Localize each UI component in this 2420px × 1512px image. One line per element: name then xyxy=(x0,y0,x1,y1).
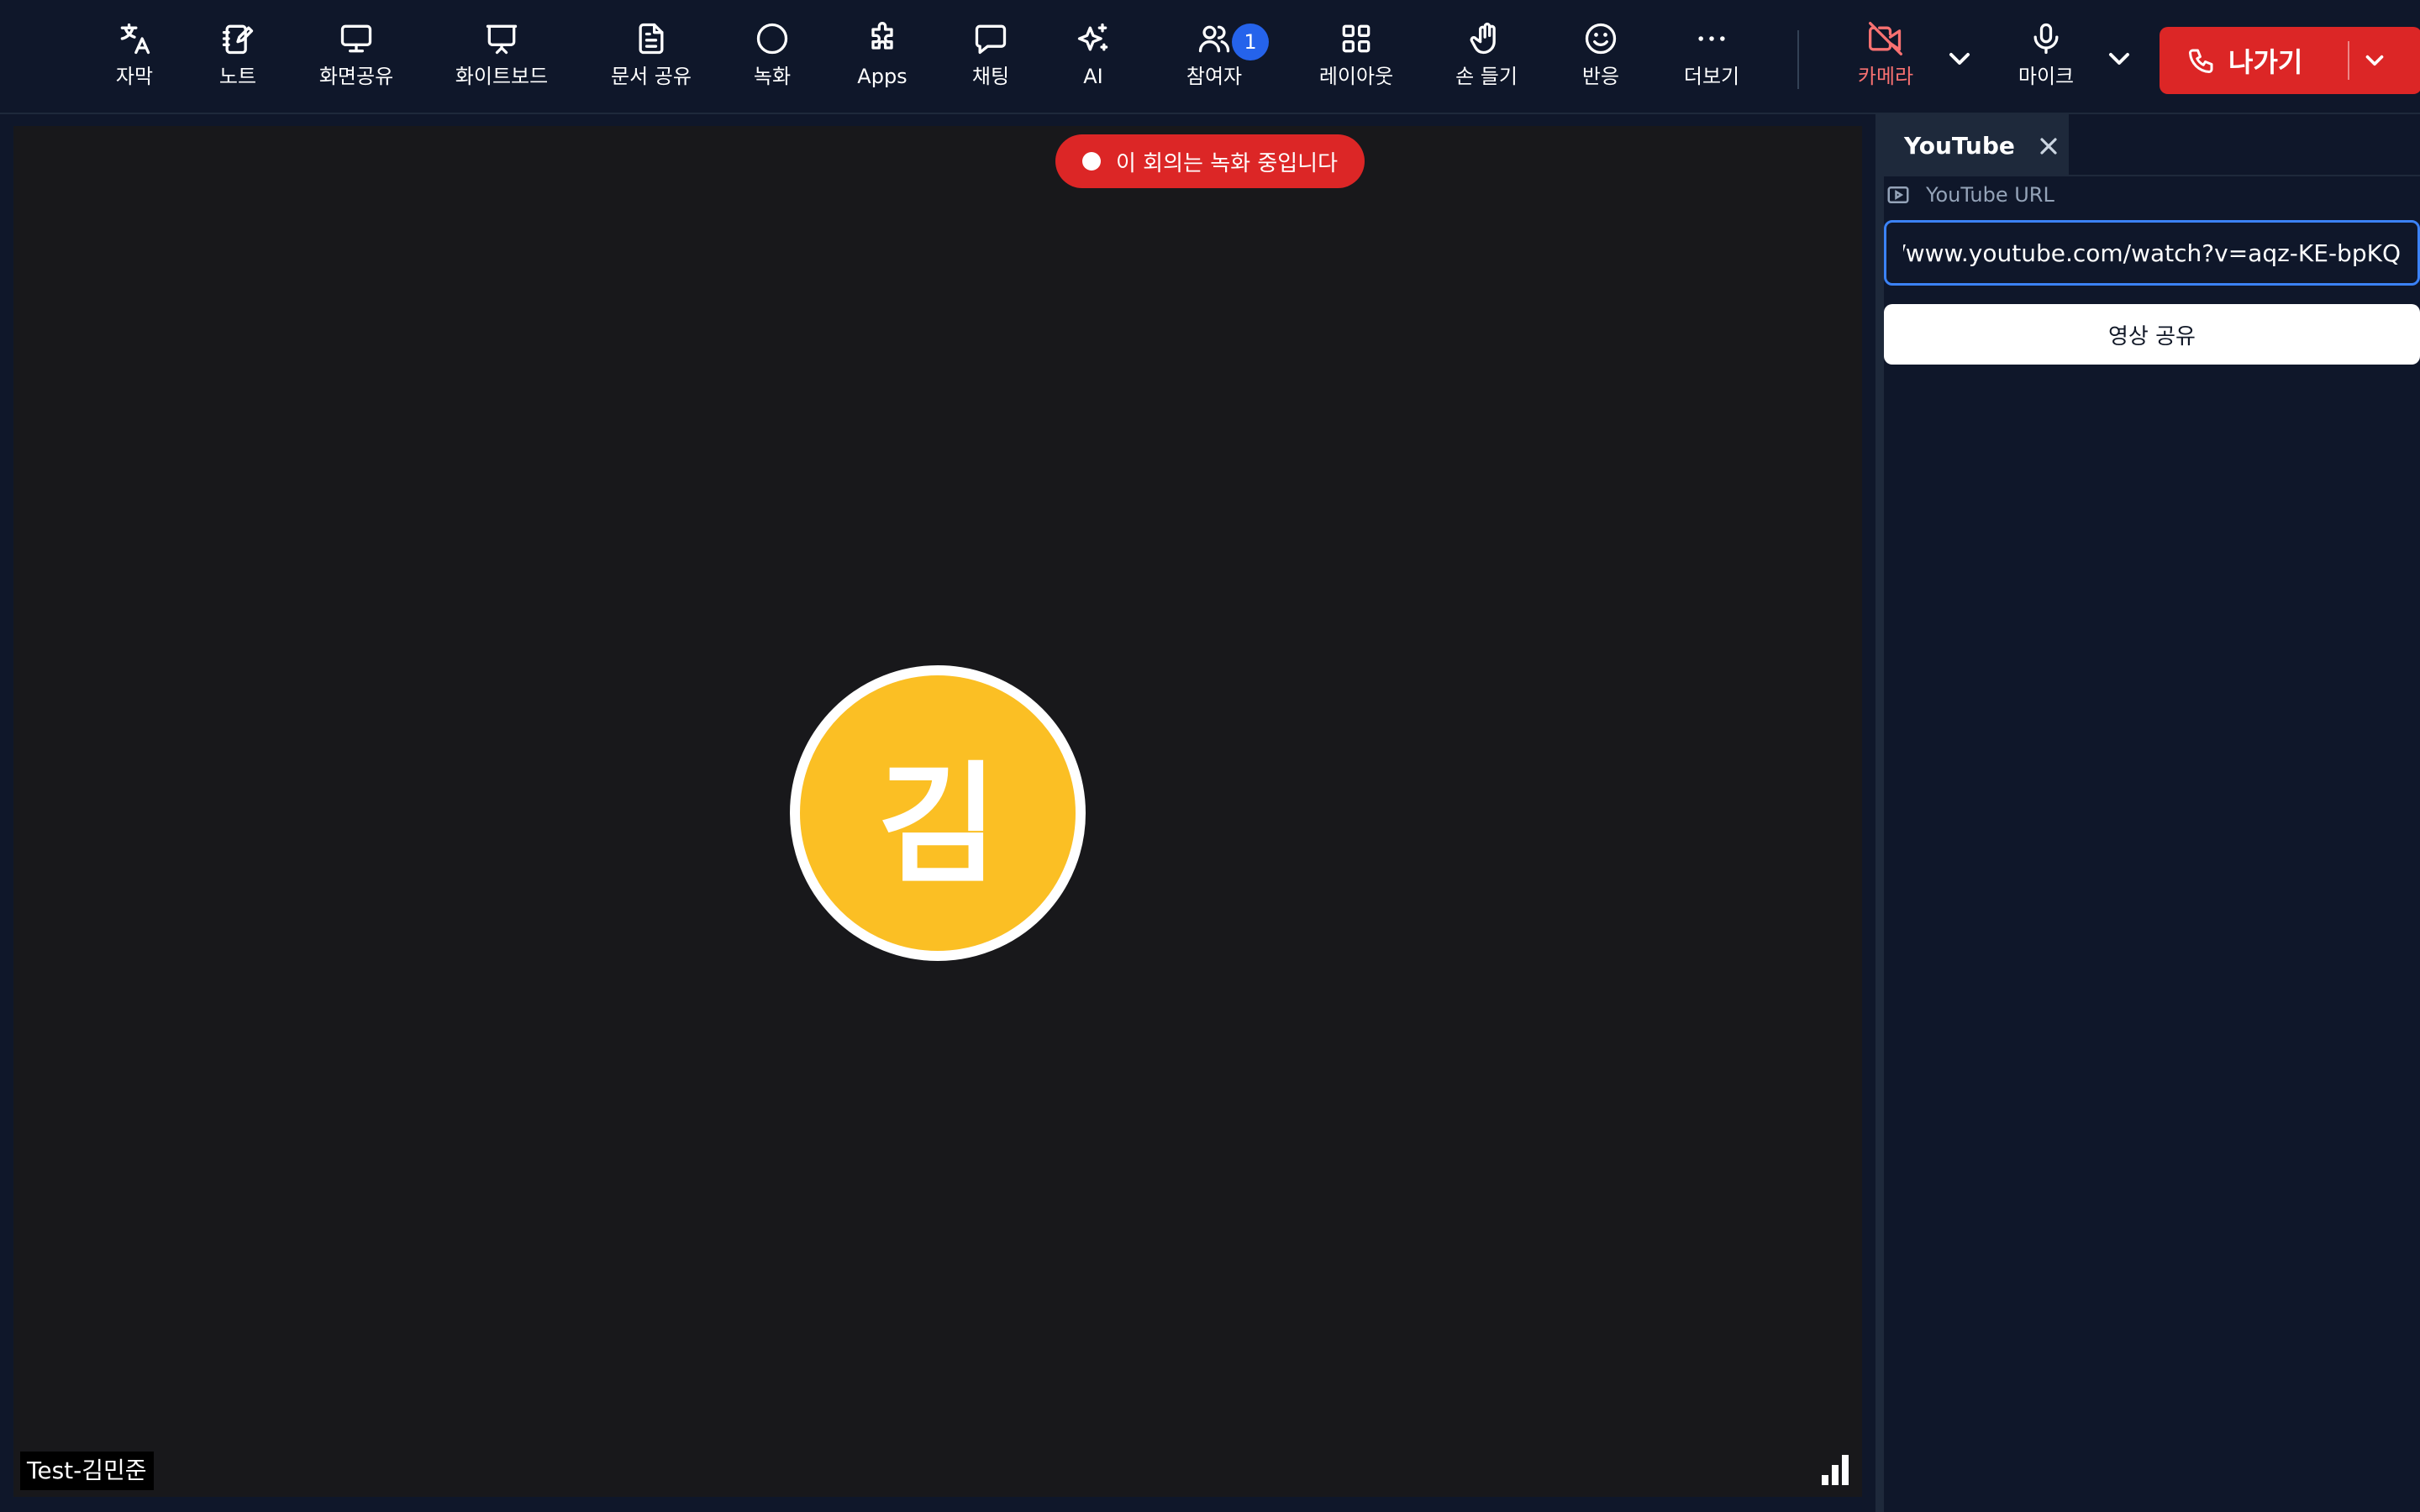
layout-button[interactable]: 레이아웃 xyxy=(1293,20,1419,101)
leave-button-group: 나가기 xyxy=(2160,27,2420,94)
more-label: 더보기 xyxy=(1683,65,1740,88)
document-share-button[interactable]: 문서 공유 xyxy=(588,20,714,101)
camera-button[interactable]: 카메라 xyxy=(1823,20,1949,101)
recording-banner: 이 회의는 녹화 중입니다 xyxy=(1055,134,1365,188)
screen-share-button[interactable]: 화면공유 xyxy=(293,20,419,101)
participant-avatar: 김 xyxy=(790,665,1086,961)
share-video-button[interactable]: 영상 공유 xyxy=(1884,304,2420,365)
participant-name-tag: Test-김민준 xyxy=(20,1452,154,1490)
recording-dot-icon xyxy=(1082,152,1101,171)
toolbar-divider xyxy=(1797,30,1799,89)
recording-banner-text: 이 회의는 녹화 중입니다 xyxy=(1116,150,1338,176)
reaction-label: 반응 xyxy=(1581,65,1620,88)
grid-icon xyxy=(1342,24,1370,53)
puzzle-icon xyxy=(871,22,893,50)
document-icon xyxy=(639,23,664,55)
youtube-url-label-text: YouTube URL xyxy=(1926,183,2054,207)
subtitle-label: 자막 xyxy=(115,65,154,88)
chat-label: 채팅 xyxy=(971,65,1010,88)
ai-label: AI xyxy=(1083,65,1103,88)
signal-strength-icon xyxy=(1818,1452,1852,1488)
document-share-label: 문서 공유 xyxy=(611,65,692,88)
youtube-panel: YouTube YouTube URL 영상 공유 xyxy=(1884,114,2420,1512)
monitor-icon xyxy=(340,24,372,53)
users-icon xyxy=(1198,25,1230,53)
chevron-down-icon xyxy=(2365,55,2384,66)
translate-icon xyxy=(120,23,150,55)
tab-youtube-label: YouTube xyxy=(1904,131,2015,160)
chevron-down-icon xyxy=(2109,53,2129,65)
layout-label: 레이아웃 xyxy=(1318,65,1394,88)
raise-hand-button[interactable]: 손 들기 xyxy=(1423,20,1549,101)
phone-icon xyxy=(2189,49,2213,73)
video-icon xyxy=(1887,186,1909,203)
mic-options-chevron[interactable] xyxy=(2102,42,2136,76)
top-toolbar: 자막 노트 화면공유 화이트보드 문서 공유 녹화 Apps 채팅 AI 1 참… xyxy=(0,0,2420,114)
apps-label: Apps xyxy=(857,65,908,88)
leave-options-chevron[interactable] xyxy=(2349,46,2400,75)
mic-icon xyxy=(2033,23,2059,55)
screen-share-label: 화면공유 xyxy=(318,65,394,88)
sparkles-icon xyxy=(1077,23,1108,51)
more-icon xyxy=(1698,36,1725,41)
panel-tab-bar: YouTube xyxy=(1884,114,2420,176)
reaction-button[interactable]: 반응 xyxy=(1538,20,1664,101)
camera-label: 카메라 xyxy=(1857,65,1914,88)
whiteboard-icon xyxy=(486,24,518,55)
mic-label: 마이크 xyxy=(2018,65,2075,88)
camera-off-icon xyxy=(1869,22,1902,55)
leave-button[interactable]: 나가기 xyxy=(2160,27,2326,94)
youtube-url-label: YouTube URL xyxy=(1886,176,2054,213)
note-label: 노트 xyxy=(218,65,257,88)
participants-label: 참여자 xyxy=(1186,65,1243,88)
close-panel-button[interactable] xyxy=(2035,133,2062,160)
smiley-icon xyxy=(1585,23,1617,55)
participant-count-badge: 1 xyxy=(1232,24,1269,60)
note-icon xyxy=(222,24,254,55)
ai-button[interactable]: AI xyxy=(1030,20,1156,101)
mic-button[interactable]: 마이크 xyxy=(1983,20,2109,101)
close-icon xyxy=(2040,138,2057,155)
hand-icon xyxy=(1470,23,1496,55)
participants-button[interactable]: 1 참여자 xyxy=(1151,20,1277,101)
panel-divider xyxy=(1876,114,1884,1512)
apps-button[interactable]: Apps xyxy=(819,20,945,101)
more-button[interactable]: 더보기 xyxy=(1649,20,1775,101)
note-button[interactable]: 노트 xyxy=(175,20,301,101)
leave-label: 나가기 xyxy=(2228,46,2303,78)
whiteboard-label: 화이트보드 xyxy=(455,65,549,88)
camera-options-chevron[interactable] xyxy=(1943,42,1976,76)
whiteboard-button[interactable]: 화이트보드 xyxy=(439,20,565,101)
record-label: 녹화 xyxy=(753,65,792,88)
chevron-down-icon xyxy=(1949,53,1970,65)
tab-youtube[interactable]: YouTube xyxy=(1884,114,2069,176)
chat-icon xyxy=(975,24,1007,55)
record-button[interactable]: 녹화 xyxy=(709,20,835,101)
youtube-url-input[interactable] xyxy=(1884,220,2420,286)
raise-hand-label: 손 들기 xyxy=(1455,65,1518,88)
record-icon xyxy=(756,23,788,55)
